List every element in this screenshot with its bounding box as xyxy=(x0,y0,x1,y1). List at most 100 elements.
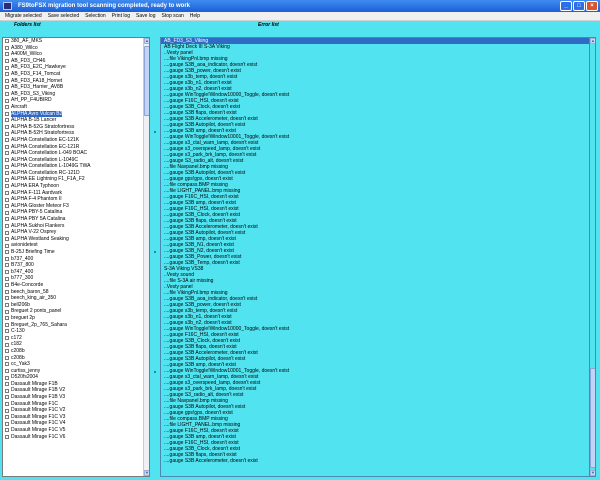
folder-list-item[interactable]: beech_baron_58 xyxy=(3,289,149,296)
checkbox[interactable] xyxy=(5,118,9,123)
folder-list-item[interactable]: avionidetest xyxy=(3,242,149,249)
folder-list-item[interactable]: B4e-Concorde xyxy=(3,282,149,289)
folder-list-item[interactable]: ALPHA B-52H Stratofortress xyxy=(3,130,149,137)
folder-list-item[interactable]: Dassault Mirage F1C V4 xyxy=(3,420,149,427)
folder-list-item[interactable]: ALPHA V-22 Osprey xyxy=(3,229,149,236)
checkbox[interactable] xyxy=(5,157,9,162)
folder-list-item[interactable]: ALPHA Constellation EC-121K xyxy=(3,137,149,144)
folder-list-item[interactable]: B-25J Briefing Time xyxy=(3,249,149,256)
folder-list-item[interactable]: AB_FD3_Harrier_AV8B xyxy=(3,84,149,91)
checkbox[interactable] xyxy=(5,78,9,83)
folder-list-item[interactable]: Dassault Mirage F1C V2 xyxy=(3,407,149,414)
scroll-down-icon[interactable]: ▼ xyxy=(590,470,595,476)
folder-list-item[interactable]: Dassault Mirage F1C V3 xyxy=(3,414,149,421)
folder-list-item[interactable]: 380_AF_MKS xyxy=(3,38,149,45)
checkbox[interactable] xyxy=(5,164,9,169)
folder-list-item[interactable]: b737_400 xyxy=(3,256,149,263)
folder-list-item[interactable]: ALPHA B-1B Lancer xyxy=(3,117,149,124)
folder-list-item[interactable]: ALPHA PBY-5 Catalina xyxy=(3,209,149,216)
error-list-item[interactable]: ....gauge S3B Accelerometer, doesn't exi… xyxy=(161,458,595,464)
folders-scrollbar[interactable]: ▲ ▼ xyxy=(143,38,149,476)
checkbox[interactable] xyxy=(5,408,9,413)
menu-save-log[interactable]: Save log xyxy=(133,13,158,19)
checkbox[interactable] xyxy=(5,111,9,116)
checkbox[interactable] xyxy=(5,283,9,288)
folder-list-item[interactable]: AB_FD3_S3_Viking xyxy=(3,91,149,98)
menu-migrate-selected[interactable]: Migrate selected xyxy=(2,13,45,19)
folder-list-item[interactable]: ALPHA PBY 5A Catalina xyxy=(3,216,149,223)
checkbox[interactable] xyxy=(5,98,9,103)
checkbox[interactable] xyxy=(5,52,9,57)
scroll-up-icon[interactable]: ▲ xyxy=(144,38,149,44)
folder-list-item[interactable]: A400M_Wilco xyxy=(3,51,149,58)
folder-list-item[interactable]: AH_PP_F4UBIRD xyxy=(3,97,149,104)
folder-list-item[interactable]: c182 xyxy=(3,341,149,348)
checkbox[interactable] xyxy=(5,349,9,354)
checkbox[interactable] xyxy=(5,329,9,334)
folder-list-item[interactable]: Dassault Mirage F1B V3 xyxy=(3,394,149,401)
folder-list-item[interactable]: C-130 xyxy=(3,328,149,335)
checkbox[interactable] xyxy=(5,138,9,143)
checkbox[interactable] xyxy=(5,131,9,136)
error-list[interactable]: AB_FD3_S3_Viking AB Flight Deck III S-3A … xyxy=(160,37,596,477)
folder-list-item[interactable]: b747_400 xyxy=(3,269,149,276)
folder-list-item[interactable]: ALPHA Westland Seaking xyxy=(3,236,149,243)
menu-print-log[interactable]: Print log xyxy=(109,13,133,19)
checkbox[interactable] xyxy=(5,428,9,433)
checkbox[interactable] xyxy=(5,256,9,261)
checkbox[interactable] xyxy=(5,65,9,70)
folders-list[interactable]: 380_AF_MKS A380_Wilco A400M_Wilco AB_FD3_CH… xyxy=(2,37,150,477)
folder-list-item[interactable]: Dassault Mirage F1B xyxy=(3,381,149,388)
folder-list-item[interactable]: Aircraft xyxy=(3,104,149,111)
folder-list-item[interactable]: bell206b xyxy=(3,302,149,309)
folder-list-item[interactable]: c208b xyxy=(3,355,149,362)
checkbox[interactable] xyxy=(5,39,9,44)
folder-list-item[interactable]: AB_FD3_CH46 xyxy=(3,58,149,65)
checkbox[interactable] xyxy=(5,322,9,327)
checkbox[interactable] xyxy=(5,237,9,242)
folder-list-item[interactable]: AB_FD3_E2C_Hawkeye xyxy=(3,64,149,71)
folder-list-item[interactable]: Dassault Mirage F1C xyxy=(3,401,149,408)
checkbox[interactable] xyxy=(5,368,9,373)
scroll-down-icon[interactable]: ▼ xyxy=(144,470,149,476)
checkbox[interactable] xyxy=(5,342,9,347)
checkbox[interactable] xyxy=(5,434,9,439)
checkbox[interactable] xyxy=(5,85,9,90)
folder-list-item[interactable]: breguet 2p xyxy=(3,315,149,322)
checkbox[interactable] xyxy=(5,59,9,64)
checkbox[interactable] xyxy=(5,375,9,380)
folder-list-item[interactable]: AB_FD3_F14_Tomcat xyxy=(3,71,149,78)
checkbox[interactable] xyxy=(5,223,9,228)
menu-selection[interactable]: Selection xyxy=(82,13,109,19)
menu-help[interactable]: Help xyxy=(187,13,203,19)
minimize-button[interactable]: _ xyxy=(560,1,572,11)
scroll-up-icon[interactable]: ▲ xyxy=(590,38,595,44)
checkbox[interactable] xyxy=(5,303,9,308)
checkbox[interactable] xyxy=(5,382,9,387)
checkbox[interactable] xyxy=(5,270,9,275)
folder-list-item[interactable]: Dassault Mirage F1B V2 xyxy=(3,387,149,394)
folder-list-item[interactable]: A380_Wilco xyxy=(3,45,149,52)
folder-list-item[interactable]: Dassault Mirage F1C V6 xyxy=(3,434,149,441)
folder-list-item[interactable]: curtiss_jenny xyxy=(3,368,149,375)
checkbox[interactable] xyxy=(5,250,9,255)
checkbox[interactable] xyxy=(5,190,9,195)
checkbox[interactable] xyxy=(5,401,9,406)
checkbox[interactable] xyxy=(5,289,9,294)
checkbox[interactable] xyxy=(5,362,9,367)
title-bar[interactable]: FS9toFSX migration tool scanning complet… xyxy=(0,0,600,12)
checkbox[interactable] xyxy=(5,415,9,420)
checkbox[interactable] xyxy=(5,263,9,268)
folder-list-item[interactable]: ALPHA Constellation RC-121D xyxy=(3,170,149,177)
panel-splitter[interactable] xyxy=(151,51,159,451)
folder-list-item[interactable]: ALPHA Sukhoi Flankers xyxy=(3,223,149,230)
checkbox[interactable] xyxy=(5,316,9,321)
folder-list-item[interactable]: ALPHA EE Lightning F1_F1A_F2 xyxy=(3,176,149,183)
menu-stop-scan[interactable]: Stop scan xyxy=(159,13,187,19)
checkbox[interactable] xyxy=(5,421,9,426)
checkbox[interactable] xyxy=(5,395,9,400)
checkbox[interactable] xyxy=(5,125,9,130)
checkbox[interactable] xyxy=(5,72,9,77)
checkbox[interactable] xyxy=(5,45,9,50)
folder-list-item[interactable]: ALPHA Constellation L-1049G TWA xyxy=(3,163,149,170)
